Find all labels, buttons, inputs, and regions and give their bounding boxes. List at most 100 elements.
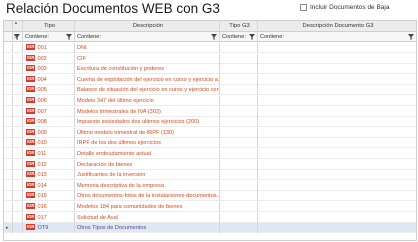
tipo-g3-cell[interactable] — [220, 223, 258, 234]
descripcion-g3-cell[interactable] — [258, 54, 416, 64]
row-indicator[interactable] — [4, 180, 13, 191]
filter-tipo-g3[interactable]: Contiene: — [220, 32, 258, 42]
descripcion-g3-cell[interactable] — [258, 223, 416, 233]
tipo-cell[interactable]: IGR 015 — [23, 191, 75, 202]
descripcion-g3-cell[interactable] — [258, 160, 416, 170]
table-row[interactable]: IGR 013 Justificantes de la inversión — [4, 170, 416, 181]
descripcion-g3-cell[interactable] — [258, 170, 416, 180]
tipo-g3-cell[interactable] — [220, 85, 258, 96]
tipo-g3-cell[interactable] — [220, 191, 258, 202]
row-indicator[interactable] — [4, 43, 13, 53]
table-row[interactable]: IGR 003 Escritura de constitución y podere… — [4, 64, 416, 75]
row-indicator[interactable] — [4, 212, 13, 223]
row-selector-cell[interactable] — [13, 117, 23, 128]
tipo-g3-cell[interactable] — [220, 117, 258, 128]
include-low-docs-toggle[interactable]: Incluir Documentos de Baja — [300, 4, 390, 11]
row-indicator[interactable] — [4, 138, 13, 149]
descripcion-cell[interactable]: Escritura de constitución y poderes — [75, 64, 220, 75]
descripcion-g3-cell[interactable] — [258, 96, 416, 106]
tipo-g3-cell[interactable] — [220, 106, 258, 117]
column-header-descripcion-g3[interactable]: Descripción Documento G3 — [258, 21, 416, 32]
filter-selector[interactable]: S — [13, 32, 23, 42]
row-indicator[interactable]: ▸ — [4, 223, 13, 234]
descripcion-g3-cell[interactable] — [258, 191, 416, 201]
tipo-cell[interactable]: IGR 012 — [23, 159, 75, 170]
tipo-cell[interactable]: IGR 003 — [23, 64, 75, 75]
tipo-cell[interactable]: IGR 010 — [23, 138, 75, 149]
filter-funnel-icon[interactable] — [14, 34, 20, 40]
tipo-g3-cell[interactable] — [220, 138, 258, 149]
row-indicator[interactable] — [4, 149, 13, 159]
descripcion-g3-cell[interactable] — [258, 43, 416, 53]
table-row[interactable]: IGR 001 DNI — [4, 43, 416, 53]
row-selector-cell[interactable] — [13, 64, 23, 75]
descripcion-cell[interactable]: Memoria descriptiva de la empresa — [75, 180, 220, 191]
row-indicator[interactable] — [4, 117, 13, 128]
row-indicator[interactable] — [4, 64, 13, 75]
descripcion-cell[interactable]: Otros documentos-fotos de la instalacion… — [75, 191, 220, 202]
descripcion-cell[interactable]: Solicitud de Aval — [75, 212, 220, 223]
tipo-cell[interactable]: IGR OT9 — [23, 223, 75, 234]
table-row[interactable]: IGR 004 Cuenta de explotación del ejercici… — [4, 74, 416, 85]
descripcion-g3-cell[interactable] — [258, 107, 416, 117]
tipo-cell[interactable]: IGR 005 — [23, 85, 75, 96]
descripcion-g3-cell[interactable] — [258, 202, 416, 212]
row-selector-cell[interactable] — [13, 138, 23, 149]
descripcion-cell[interactable]: Declaración de bienes — [75, 159, 220, 170]
descripcion-cell[interactable]: CIF — [75, 53, 220, 64]
descripcion-cell[interactable]: Modelos trimestrales de IVA (303) — [75, 106, 220, 117]
tipo-cell[interactable]: IGR 001 — [23, 43, 75, 53]
column-header-descripcion[interactable]: Descripción — [75, 21, 220, 32]
row-selector-cell[interactable] — [13, 149, 23, 159]
descripcion-cell[interactable]: Último modelo trimestral de IRPF (130) — [75, 127, 220, 138]
table-row[interactable]: IGR 011 Detalle endeudamiento actual — [4, 149, 416, 159]
descripcion-g3-cell[interactable] — [258, 85, 416, 95]
row-selector-cell[interactable] — [13, 127, 23, 138]
tipo-cell[interactable]: IGR 016 — [23, 202, 75, 212]
row-selector-cell[interactable] — [13, 53, 23, 64]
tipo-cell[interactable]: IGR 017 — [23, 212, 75, 223]
descripcion-cell[interactable]: Impuesto sociedades dos ultimos ejercici… — [75, 117, 220, 128]
descripcion-g3-cell[interactable] — [258, 117, 416, 127]
tipo-cell[interactable]: IGR 007 — [23, 106, 75, 117]
column-header-tipo-g3[interactable]: Tipo G3 — [220, 21, 258, 32]
filter-funnel-icon[interactable] — [211, 34, 217, 40]
table-row[interactable]: ▸ IGR OT9 Otros Tipos de Documentos — [4, 223, 416, 234]
descripcion-cell[interactable]: Otros Tipos de Documentos — [75, 223, 220, 234]
table-row[interactable]: IGR 016 Modelos 184 para comunidades de bi… — [4, 202, 416, 212]
tipo-g3-cell[interactable] — [220, 127, 258, 138]
filter-tipo[interactable]: Contiene: — [23, 32, 75, 42]
descripcion-cell[interactable]: IRPF de los dos últimos ejercicios — [75, 138, 220, 149]
column-header-tipo[interactable]: Tipo — [23, 21, 75, 32]
row-indicator[interactable] — [4, 170, 13, 181]
table-row[interactable]: IGR 010 IRPF de los dos últimos ejercicios — [4, 138, 416, 149]
row-selector-cell[interactable] — [13, 43, 23, 53]
row-indicator[interactable] — [4, 53, 13, 64]
table-row[interactable]: IGR 006 Modelo 347 del último ejercicio — [4, 96, 416, 106]
tipo-cell[interactable]: IGR 011 — [23, 149, 75, 159]
descripcion-g3-cell[interactable] — [258, 128, 416, 138]
filter-descripcion-g3[interactable]: Contiene: — [258, 32, 416, 42]
row-selector-cell[interactable] — [13, 212, 23, 223]
row-selector-cell[interactable] — [13, 170, 23, 181]
descripcion-cell[interactable]: Balance de situación del ejercicio en cu… — [75, 85, 220, 96]
tipo-g3-cell[interactable] — [220, 212, 258, 223]
row-indicator[interactable] — [4, 202, 13, 212]
row-selector-cell[interactable] — [13, 106, 23, 117]
row-selector-cell[interactable] — [13, 159, 23, 170]
descripcion-g3-cell[interactable] — [258, 64, 416, 74]
tipo-cell[interactable]: IGR 014 — [23, 180, 75, 191]
include-low-docs-checkbox[interactable] — [300, 4, 307, 11]
descripcion-g3-cell[interactable] — [258, 181, 416, 191]
row-selector-cell[interactable] — [13, 191, 23, 202]
tipo-g3-cell[interactable] — [220, 202, 258, 212]
tipo-cell[interactable]: IGR 009 — [23, 127, 75, 138]
row-selector-cell[interactable] — [13, 180, 23, 191]
row-selector-cell[interactable] — [13, 85, 23, 96]
tipo-g3-cell[interactable] — [220, 64, 258, 75]
column-header-selector[interactable]: ▲ — [13, 21, 23, 32]
table-row[interactable]: IGR 015 Otros documentos-fotos de la insta… — [4, 191, 416, 202]
table-row[interactable]: IGR 012 Declaración de bienes — [4, 159, 416, 170]
table-row[interactable]: IGR 007 Modelos trimestrales de IVA (303) — [4, 106, 416, 117]
row-selector-cell[interactable] — [13, 223, 23, 234]
